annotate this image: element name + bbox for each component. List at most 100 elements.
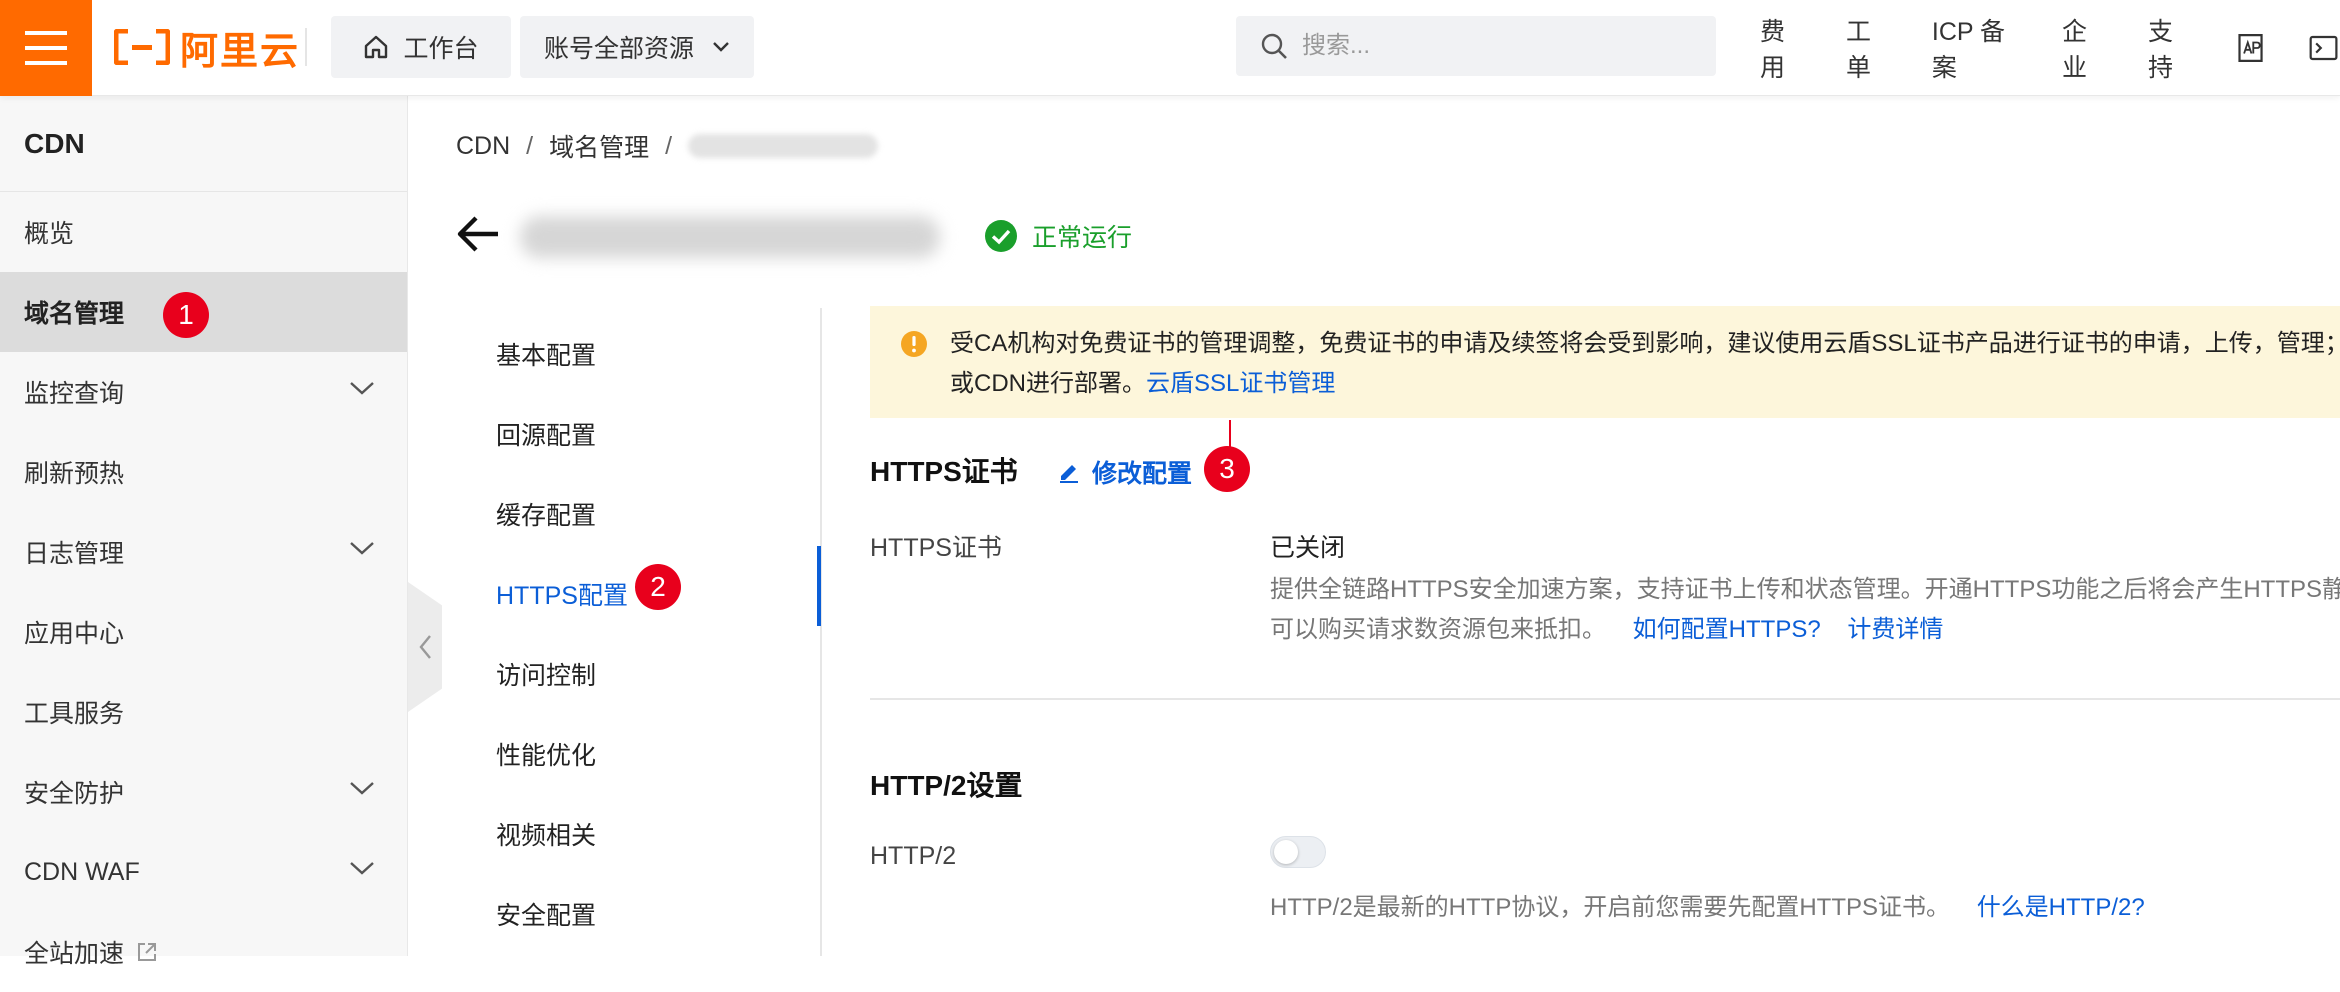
workbench-label: 工作台 — [403, 35, 479, 63]
sidebar-item-label: 工具服务 — [24, 700, 125, 728]
back-arrow-icon[interactable] — [456, 214, 500, 254]
https-description: 提供全链路HTTPS安全加速方案，支持证书上传和状态管理。开通HTTPS功能之后… — [1270, 570, 2340, 650]
https-desc-line1: 提供全链路HTTPS安全加速方案，支持证书上传和状态管理。开通HTTPS功能之后… — [1270, 576, 2340, 603]
chevron-left-icon — [419, 635, 431, 659]
how-to-config-https-link[interactable]: 如何配置HTTPS? — [1633, 616, 1821, 643]
chevron-down-icon — [350, 782, 374, 795]
divider — [305, 28, 307, 66]
edit-config-button[interactable]: 修改配置 — [1058, 454, 1192, 490]
https-section-title: HTTPS证书 — [870, 456, 1018, 487]
sidebar-item-monitoring[interactable]: 监控查询 — [0, 352, 407, 432]
breadcrumb-separator: / — [665, 131, 673, 160]
search-icon — [1261, 33, 1287, 59]
nav-support[interactable]: 支持 — [2148, 12, 2194, 84]
config-tab-origin[interactable]: 回源配置 — [496, 416, 596, 452]
breadcrumb-cdn[interactable]: CDN — [456, 132, 510, 161]
domain-name-redacted — [520, 216, 940, 258]
home-icon — [365, 35, 388, 59]
sidebar-item-security[interactable]: 安全防护 — [0, 752, 407, 832]
resources-dropdown[interactable]: 账号全部资源 — [520, 16, 754, 78]
sidebar-item-label: 日志管理 — [24, 540, 125, 568]
step-badge-3: 3 — [1204, 446, 1250, 492]
breadcrumb-separator: / — [526, 131, 534, 160]
http2-toggle[interactable] — [1270, 836, 1326, 868]
config-tab-cache[interactable]: 缓存配置 — [496, 496, 596, 532]
sidebar: CDN 概览 域名管理 监控查询 刷新预热 日志管理 应用中心 工具服务 安全防… — [0, 96, 408, 968]
sidebar-item-label: 刷新预热 — [24, 460, 125, 488]
warning-icon — [901, 331, 927, 357]
step-badge-2: 2 — [635, 564, 681, 610]
step-badge-1: 1 — [163, 292, 209, 338]
hamburger-icon — [25, 31, 67, 65]
search-input[interactable] — [1302, 32, 1682, 60]
workbench-button[interactable]: 工作台 — [331, 16, 511, 78]
sidebar-item-tools[interactable]: 工具服务 — [0, 672, 407, 752]
status-text: 正常运行 — [1032, 224, 1133, 252]
https-cert-label: HTTPS证书 — [870, 534, 1002, 562]
section-divider — [870, 698, 2340, 700]
toggle-knob — [1274, 840, 1298, 864]
notice-text-line2: 或CDN进行部署。 — [950, 370, 1146, 397]
billing-details-link[interactable]: 计费详情 — [1847, 616, 1943, 643]
sidebar-item-label: 全站加速 — [24, 940, 125, 968]
top-nav: 费用 工单 ICP 备案 企业 支持 — [1760, 0, 2340, 96]
nav-icp[interactable]: ICP 备案 — [1932, 12, 2022, 84]
breadcrumb: CDN / 域名管理 / — [456, 128, 879, 164]
https-desc-line2: 可以购买请求数资源包来抵扣。 — [1270, 616, 1606, 643]
sidebar-item-label: CDN WAF — [24, 857, 140, 886]
active-tab-indicator — [817, 546, 821, 626]
status-badge: 正常运行 — [984, 218, 1132, 254]
terminal-icon[interactable] — [2307, 30, 2340, 66]
menu-button[interactable] — [0, 0, 92, 96]
check-circle-icon — [985, 220, 1017, 252]
http2-section-title: HTTP/2设置 — [870, 770, 1023, 801]
sidebar-item-refresh[interactable]: 刷新预热 — [0, 432, 407, 512]
notice-banner: 受CA机构对免费证书的管理调整，免费证书的申请及续签将会受到影响，建议使用云盾S… — [870, 306, 2340, 418]
api-icon[interactable] — [2234, 30, 2267, 66]
search-box[interactable] — [1236, 16, 1716, 76]
notice-text-line1: 受CA机构对免费证书的管理调整，免费证书的申请及续签将会受到影响，建议使用云盾S… — [950, 330, 2340, 357]
breadcrumb-domain-management[interactable]: 域名管理 — [549, 128, 649, 164]
top-bar: 阿里云 工作台 账号全部资源 费用 工单 ICP 备案 企业 支持 — [0, 0, 2340, 96]
breadcrumb-domain-redacted — [688, 134, 879, 158]
logo-text: 阿里云 — [180, 30, 301, 73]
chevron-down-icon — [350, 542, 374, 555]
sidebar-item-label: 应用中心 — [24, 620, 125, 648]
aliyun-logo[interactable]: 阿里云 — [114, 22, 301, 73]
http2-label: HTTP/2 — [870, 842, 957, 870]
sidebar-item-logs[interactable]: 日志管理 — [0, 512, 407, 592]
http2-description: HTTP/2是最新的HTTP协议，开启前您需要先配置HTTPS证书。 什么是HT… — [1270, 888, 2145, 928]
resources-label: 账号全部资源 — [543, 35, 694, 63]
config-tab-video[interactable]: 视频相关 — [496, 816, 596, 852]
config-tab-access-control[interactable]: 访问控制 — [496, 656, 596, 692]
http2-desc-text: HTTP/2是最新的HTTP协议，开启前您需要先配置HTTPS证书。 — [1270, 894, 1951, 921]
external-link-icon — [138, 943, 157, 961]
chevron-down-icon — [713, 42, 729, 52]
chevron-down-icon — [350, 382, 374, 395]
nav-enterprise[interactable]: 企业 — [2062, 12, 2108, 84]
aliyun-logo-icon — [114, 29, 170, 65]
edit-config-label: 修改配置 — [1092, 460, 1193, 488]
what-is-http2-link[interactable]: 什么是HTTP/2? — [1977, 894, 2145, 921]
sidebar-item-dcdn[interactable]: 全站加速 — [0, 912, 407, 992]
sidebar-item-cdn-waf[interactable]: CDN WAF — [0, 832, 407, 912]
sidebar-item-app-center[interactable]: 应用中心 — [0, 592, 407, 672]
config-tab-basic[interactable]: 基本配置 — [496, 336, 596, 372]
ssl-cert-link[interactable]: 云盾SSL证书管理 — [1146, 370, 1335, 397]
https-cert-value: 已关闭 — [1270, 534, 1346, 562]
config-tab-security[interactable]: 安全配置 — [496, 896, 596, 932]
config-nav: 基本配置 回源配置 缓存配置 HTTPS配置 访问控制 性能优化 视频相关 安全… — [456, 308, 822, 956]
sidebar-item-overview[interactable]: 概览 — [0, 192, 407, 272]
sidebar-item-label: 域名管理 — [24, 300, 125, 328]
nav-billing[interactable]: 费用 — [1760, 12, 1806, 84]
sidebar-item-label: 概览 — [24, 220, 75, 248]
nav-tickets[interactable]: 工单 — [1846, 12, 1892, 84]
sidebar-item-label: 安全防护 — [24, 780, 125, 808]
sidebar-title: CDN — [0, 96, 407, 192]
pencil-icon — [1060, 465, 1078, 483]
config-tab-performance[interactable]: 性能优化 — [496, 736, 596, 772]
config-tab-https[interactable]: HTTPS配置 — [496, 576, 628, 612]
sidebar-collapse-toggle[interactable] — [408, 582, 442, 712]
sidebar-item-label: 监控查询 — [24, 380, 125, 408]
chevron-down-icon — [350, 862, 374, 875]
